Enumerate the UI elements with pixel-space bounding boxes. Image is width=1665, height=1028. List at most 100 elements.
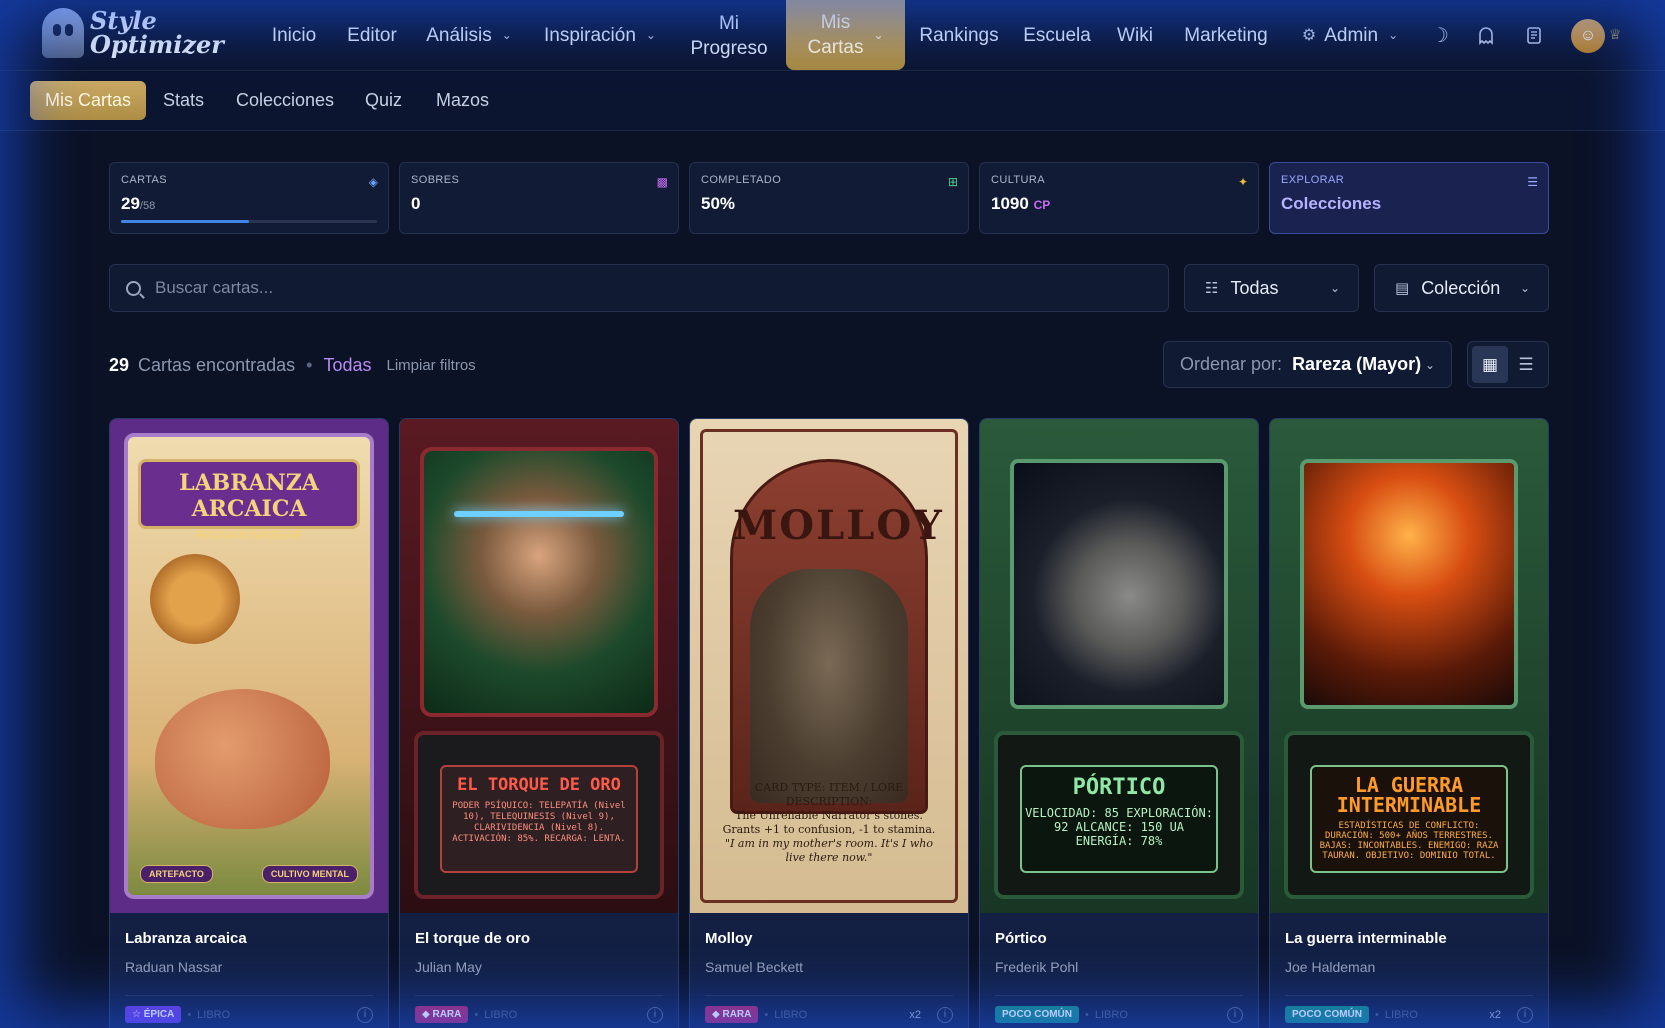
brain-illustration	[155, 689, 330, 829]
nav-inicio[interactable]: Inicio	[262, 0, 326, 71]
art-description: ESTADÍSTICAS DE CONFLICTO: DURACIÓN: 500…	[1319, 821, 1499, 861]
stat-label: CULTURA	[991, 174, 1045, 186]
card-kind: LIBRO	[774, 1008, 808, 1021]
rarity-badge: ☆ ÉPICA	[125, 1006, 182, 1023]
card-title: Pórtico	[995, 930, 1047, 947]
rarity-badge: ◆ RARA	[415, 1006, 469, 1023]
sliders-icon: ☷	[1205, 280, 1219, 297]
art-description: VELOCIDAD: 85 EXPLORACIÓN: 92 ALCANCE: 1…	[1025, 806, 1213, 848]
info-icon[interactable]: i	[1517, 1006, 1533, 1023]
card-author: Samuel Beckett	[705, 959, 804, 975]
info-icon[interactable]: i	[647, 1006, 663, 1023]
rarity-badge: POCO COMÚN	[995, 1006, 1079, 1023]
sort-dropdown[interactable]: Ordenar por: Rareza (Mayor) ⌄	[1163, 341, 1452, 388]
notebook-icon[interactable]	[1521, 22, 1547, 48]
chevron-down-icon: ⌄	[645, 28, 656, 42]
card-item[interactable]: PÓRTICO VELOCIDAD: 85 EXPLORACIÓN: 92 AL…	[979, 418, 1259, 1028]
logo-line-2: Optimizer	[90, 30, 224, 59]
gear-icon: ⚙	[1301, 27, 1317, 44]
stat-value: 50%	[701, 194, 736, 213]
layers-icon: ☰	[1527, 175, 1538, 189]
card-kind: LIBRO	[1384, 1008, 1418, 1021]
logo[interactable]: Style Optimizer	[42, 8, 224, 58]
card-title: El torque de oro	[415, 930, 531, 947]
card-author: Raduan Nassar	[125, 959, 223, 975]
info-icon[interactable]: i	[357, 1006, 373, 1023]
card-item[interactable]: LA GUERRA INTERMINABLE ESTADÍSTICAS DE C…	[1269, 418, 1549, 1028]
subtab-quiz[interactable]: Quiz	[350, 81, 417, 120]
sparkle-icon: ✦	[1237, 175, 1248, 189]
subtab-mazos[interactable]: Mazos	[421, 81, 504, 120]
card-author: Julian May	[415, 959, 482, 975]
card-kind: LIBRO	[1094, 1008, 1128, 1021]
ghost-logo-icon	[42, 8, 84, 58]
card-art: EL TORQUE DE ORO PODER PSÍQUICO: TELEPAT…	[400, 419, 678, 913]
nav-escuela[interactable]: Escuela	[1023, 0, 1091, 71]
collection-icon: ▤	[1395, 280, 1410, 297]
duplicate-count: x2	[909, 1008, 921, 1021]
subtab-stats[interactable]: Stats	[148, 81, 219, 120]
cartas-progress-bar	[121, 220, 377, 223]
art-description: PODER PSÍQUICO: TELEPATÍA (Nivel 10), TE…	[452, 801, 626, 844]
nav-marketing[interactable]: Marketing	[1183, 0, 1269, 71]
nav-admin[interactable]: ⚙ Admin ⌄	[1298, 0, 1402, 71]
chevron-down-icon: ⌄	[873, 27, 884, 42]
moon-icon[interactable]: ☽	[1427, 22, 1453, 48]
nav-editor[interactable]: Editor	[344, 0, 400, 71]
search-input[interactable]: Buscar cartas...	[109, 264, 1169, 312]
nav-mi-progreso[interactable]: Mi Progreso	[688, 0, 770, 71]
card-art: PÓRTICO VELOCIDAD: 85 EXPLORACIÓN: 92 AL…	[980, 419, 1258, 913]
nav-mis-cartas-l2: Cartas	[807, 37, 864, 58]
list-view-icon[interactable]: ☰	[1508, 346, 1544, 383]
card-title: Molloy	[705, 930, 753, 947]
chevron-down-icon: ⌄	[1519, 281, 1530, 295]
view-toggle: ▦ ☰	[1467, 341, 1549, 388]
user-avatar-icon[interactable]: ☺	[1571, 19, 1605, 53]
stat-label: EXPLORAR	[1281, 174, 1345, 186]
art-title: PÓRTICO	[1072, 775, 1166, 800]
nav-mis-cartas[interactable]: Mis Cartas ⌄	[786, 0, 905, 70]
top-navbar: Style Optimizer Inicio Editor Análisis ⌄…	[0, 0, 1665, 71]
stat-cartas: CARTAS 29/58 ◈	[109, 162, 389, 234]
nav-analisis[interactable]: Análisis ⌄	[424, 0, 514, 71]
art-line: CARD TYPE: ITEM / LORE	[754, 781, 904, 794]
card-item[interactable]: MOLLOY CARD TYPE: ITEM / LORE DESCRIPTIO…	[689, 418, 969, 1028]
type-filter-dropdown[interactable]: ☷ Todas ⌄	[1184, 264, 1359, 312]
ghost-icon[interactable]	[1473, 22, 1499, 48]
stat-explorar[interactable]: EXPLORAR Colecciones ☰	[1269, 162, 1549, 234]
card-item[interactable]: EL TORQUE DE ORO PODER PSÍQUICO: TELEPAT…	[399, 418, 679, 1028]
sub-navbar: Mis Cartas Stats Colecciones Quiz Mazos	[0, 72, 1665, 131]
battle-illustration	[1300, 459, 1518, 709]
gift-icon: ▩	[656, 175, 668, 189]
subtab-mis-cartas[interactable]: Mis Cartas	[30, 81, 147, 120]
chevron-down-icon: ⌄	[501, 28, 512, 42]
card-author: Frederik Pohl	[995, 959, 1079, 975]
rarity-badge: ◆ RARA	[705, 1006, 759, 1023]
art-tag: ARTEFACTO	[140, 865, 213, 883]
grid-view-icon[interactable]: ▦	[1472, 346, 1508, 383]
duplicate-count: x2	[1489, 1008, 1501, 1021]
nav-mis-cartas-l1: Mis	[820, 12, 851, 33]
art-author: RADUAN NASSAR	[195, 528, 302, 542]
chevron-down-icon: ⌄	[1424, 357, 1435, 372]
nav-inspiracion[interactable]: Inspiración ⌄	[543, 0, 657, 71]
clear-filters-link[interactable]: Limpiar filtros	[386, 357, 475, 374]
search-placeholder: Buscar cartas...	[155, 278, 274, 297]
collection-filter-dropdown[interactable]: ▤ Colección ⌄	[1374, 264, 1549, 312]
card-kind: LIBRO	[484, 1008, 518, 1021]
results-summary: 29 Cartas encontradas • Todas Limpiar fi…	[109, 355, 476, 376]
crown-icon: ♕	[1609, 26, 1622, 42]
info-icon[interactable]: i	[1227, 1006, 1243, 1023]
active-filter: Todas	[323, 355, 372, 375]
info-icon[interactable]: i	[937, 1006, 953, 1023]
nav-rankings[interactable]: Rankings	[919, 0, 998, 71]
subtab-colecciones[interactable]: Colecciones	[221, 81, 349, 120]
portrait-illustration	[420, 447, 658, 717]
art-line: DESCRIPTION:	[785, 795, 873, 808]
card-item[interactable]: LABRANZA ARCAICA RADUAN NASSAR ARTEFACTO…	[109, 418, 389, 1028]
nav-wiki[interactable]: Wiki	[1115, 0, 1155, 71]
hooded-figure-illustration	[750, 569, 908, 803]
asteroid-illustration	[1010, 459, 1228, 709]
stat-value: 0	[411, 194, 421, 213]
art-title: LA GUERRA INTERMINABLE	[1336, 773, 1482, 817]
